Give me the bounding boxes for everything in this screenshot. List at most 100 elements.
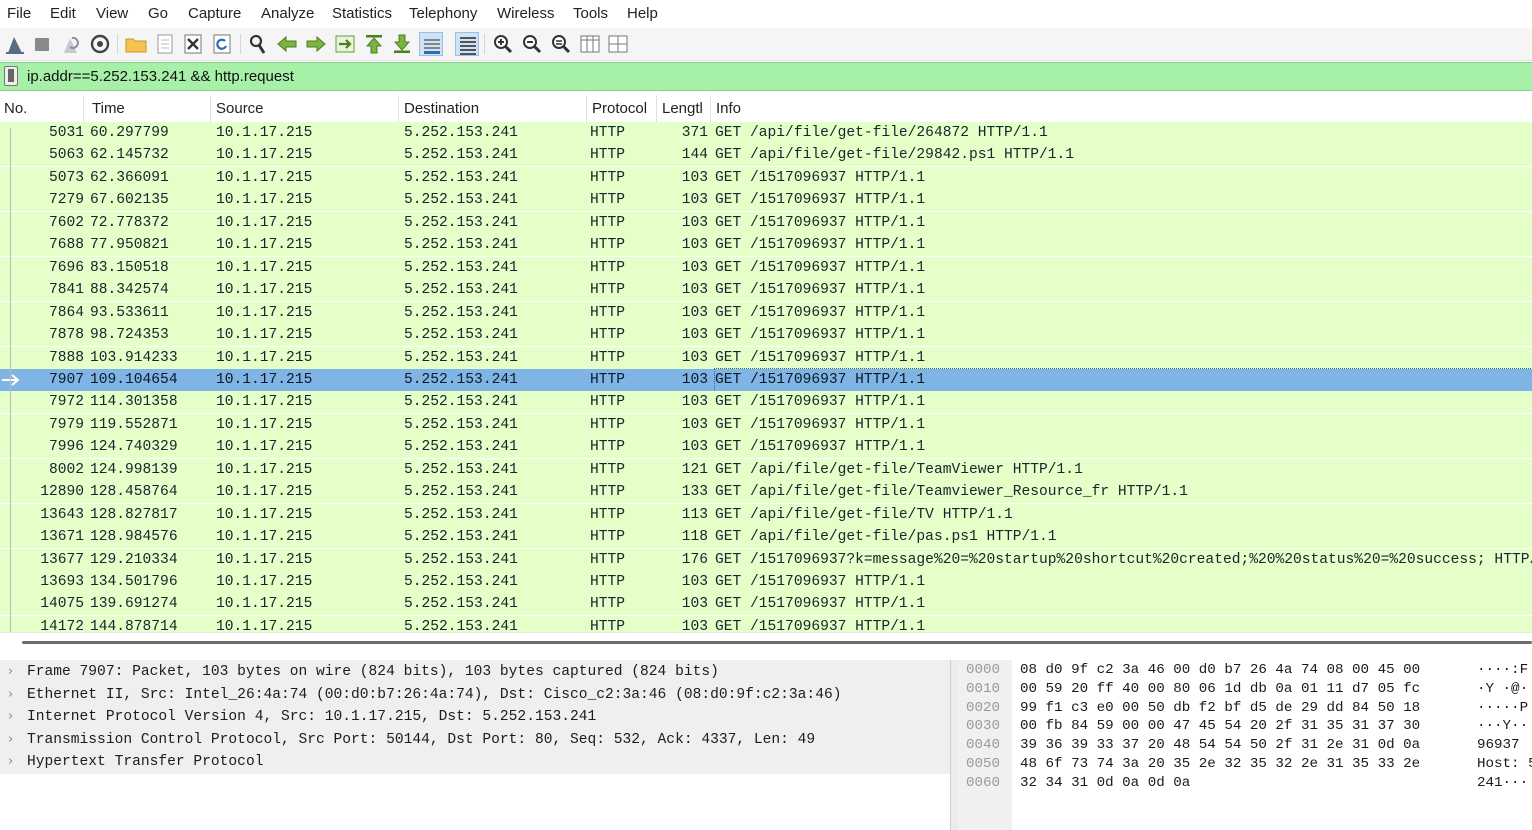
packet-list-horizontal-scrollbar[interactable] bbox=[0, 632, 1532, 659]
packet-row[interactable]: 14075 139.691274 10.1.17.215 5.252.153.241 H… bbox=[0, 593, 1532, 616]
column-header-source[interactable]: Source bbox=[211, 95, 399, 122]
packet-row[interactable]: 13671 128.984576 10.1.17.215 5.252.153.241 H… bbox=[0, 526, 1532, 549]
menu-help[interactable]: Help bbox=[627, 5, 658, 22]
details-tree-item[interactable]: › Transmission Control Protocol, Src Port… bbox=[0, 729, 950, 751]
menu-capture[interactable]: Capture bbox=[188, 5, 241, 22]
bytes-row: 0000 08 d0 9f c2 3a 46 00 d0 b7 26 4a 74 … bbox=[958, 661, 1532, 680]
packet-info: GET /1517096937 HTTP/1.1 bbox=[715, 214, 926, 231]
packet-destination: 5.252.153.241 bbox=[404, 349, 518, 366]
packet-destination: 5.252.153.241 bbox=[404, 259, 518, 276]
column-header-time[interactable]: Time bbox=[84, 95, 211, 122]
packet-no: 7979 bbox=[48, 416, 84, 433]
autoscroll-icon[interactable] bbox=[419, 32, 443, 56]
normal-size-icon[interactable] bbox=[549, 32, 573, 56]
expand-chevron-icon[interactable]: › bbox=[8, 684, 13, 706]
capture-options-icon[interactable] bbox=[88, 32, 112, 56]
go-first-icon[interactable] bbox=[362, 32, 386, 56]
details-tree-item[interactable]: › Internet Protocol Version 4, Src: 10.1.… bbox=[0, 706, 950, 728]
restart-capture-icon[interactable] bbox=[59, 32, 83, 56]
go-back-icon[interactable] bbox=[275, 32, 299, 56]
bytes-ascii: 96937 bbox=[1477, 737, 1520, 754]
packet-source: 10.1.17.215 bbox=[216, 484, 313, 501]
packet-protocol: HTTP bbox=[590, 484, 626, 501]
packet-info: GET /1517096937 HTTP/1.1 bbox=[715, 349, 926, 366]
menu-wireless[interactable]: Wireless bbox=[497, 5, 555, 22]
packet-row[interactable]: 13643 128.827817 10.1.17.215 5.252.153.241 H… bbox=[0, 503, 1532, 526]
packet-row[interactable]: 5063 62.145732 10.1.17.215 5.252.153.241 HTT… bbox=[0, 144, 1532, 167]
packet-row-selected[interactable]: 7907 109.104654 10.1.17.215 5.252.153.241 HT… bbox=[0, 367, 1532, 392]
packet-row[interactable]: 7602 72.778372 10.1.17.215 5.252.153.241 HTT… bbox=[0, 211, 1532, 234]
expand-chevron-icon[interactable]: › bbox=[8, 729, 13, 751]
go-last-icon[interactable] bbox=[390, 32, 414, 56]
zoom-out-icon[interactable] bbox=[520, 32, 544, 56]
open-file-icon[interactable] bbox=[124, 32, 148, 56]
details-tree-item[interactable]: › Ethernet II, Src: Intel_26:4a:74 (00:d0… bbox=[0, 684, 950, 706]
find-packet-icon[interactable] bbox=[246, 32, 270, 56]
expand-chevron-icon[interactable]: › bbox=[8, 751, 13, 773]
bytes-offset: 0050 bbox=[966, 756, 1001, 772]
packet-row[interactable]: 7696 83.150518 10.1.17.215 5.252.153.241 HTT… bbox=[0, 256, 1532, 279]
colorize-icon[interactable] bbox=[455, 32, 479, 56]
menu-edit[interactable]: Edit bbox=[50, 5, 76, 22]
display-filter-bar bbox=[0, 62, 1532, 91]
bytes-offset: 0060 bbox=[966, 774, 1001, 791]
expand-chevron-icon[interactable]: › bbox=[8, 661, 13, 683]
menu-view[interactable]: View bbox=[96, 5, 128, 22]
packet-row[interactable]: 7888 103.914233 10.1.17.215 5.252.153.241 HT… bbox=[0, 346, 1532, 369]
packet-row[interactable]: 13677 129.210334 10.1.17.215 5.252.153.241 H… bbox=[0, 548, 1532, 571]
packet-no: 7279 bbox=[48, 192, 84, 209]
go-to-packet-icon[interactable] bbox=[333, 32, 357, 56]
packet-row[interactable]: 7688 77.950821 10.1.17.215 5.252.153.241 HTT… bbox=[0, 234, 1532, 257]
column-header-protocol[interactable]: Protocol bbox=[587, 95, 657, 122]
column-header-length[interactable]: Lengtl bbox=[657, 95, 711, 122]
packet-row[interactable]: 7841 88.342574 10.1.17.215 5.252.153.241 HTT… bbox=[0, 279, 1532, 302]
resize-columns-icon[interactable] bbox=[578, 32, 602, 56]
bytes-offset: 0000 bbox=[966, 662, 1001, 678]
save-file-icon[interactable] bbox=[153, 32, 177, 56]
packet-row[interactable]: 7864 93.533611 10.1.17.215 5.252.153.241 HTT… bbox=[0, 301, 1532, 324]
packet-info: GET /1517096937 HTTP/1.1 bbox=[715, 574, 926, 590]
packet-row[interactable]: 7996 124.740329 10.1.17.215 5.252.153.241 HT… bbox=[0, 436, 1532, 459]
menu-go[interactable]: Go bbox=[148, 5, 168, 22]
menu-analyze[interactable]: Analyze bbox=[261, 5, 314, 22]
packet-row[interactable]: 13693 134.501796 10.1.17.215 5.252.153.241 H… bbox=[0, 571, 1532, 593]
layout-icon[interactable] bbox=[606, 32, 630, 56]
start-capture-icon[interactable] bbox=[3, 32, 27, 56]
zoom-in-icon[interactable] bbox=[491, 32, 515, 56]
scrollbar-thumb[interactable] bbox=[22, 641, 1532, 644]
packet-row[interactable]: 5031 60.297799 10.1.17.215 5.252.153.241 HTT… bbox=[0, 122, 1532, 144]
packet-row[interactable]: 14172 144.878714 10.1.17.215 5.252.153.241 H… bbox=[0, 615, 1532, 632]
packet-bytes-pane[interactable]: 0000 08 d0 9f c2 3a 46 00 d0 b7 26 4a 74 … bbox=[958, 660, 1532, 830]
stop-capture-icon[interactable] bbox=[30, 32, 54, 56]
pane-splitter[interactable] bbox=[950, 660, 958, 830]
close-file-icon[interactable] bbox=[181, 32, 205, 56]
column-header-no[interactable]: No. bbox=[0, 95, 84, 122]
menu-statistics[interactable]: Statistics bbox=[332, 5, 392, 22]
display-filter-input[interactable] bbox=[24, 63, 1524, 90]
reload-file-icon[interactable] bbox=[210, 32, 234, 56]
packet-row[interactable]: 7878 98.724353 10.1.17.215 5.252.153.241 HTT… bbox=[0, 324, 1532, 347]
packet-row[interactable]: 7979 119.552871 10.1.17.215 5.252.153.241 HT… bbox=[0, 413, 1532, 436]
packet-destination: 5.252.153.241 bbox=[404, 416, 518, 433]
menu-file[interactable]: File bbox=[7, 5, 31, 22]
go-forward-icon[interactable] bbox=[304, 32, 328, 56]
packet-list[interactable]: 5031 60.297799 10.1.17.215 5.252.153.241 HTT… bbox=[0, 122, 1532, 632]
packet-no: 13677 bbox=[40, 551, 84, 568]
packet-length: 103 bbox=[681, 237, 708, 254]
menu-telephony[interactable]: Telephony bbox=[409, 5, 477, 22]
column-header-info[interactable]: Info bbox=[711, 95, 1532, 122]
details-tree-item[interactable]: › Hypertext Transfer Protocol bbox=[0, 751, 950, 773]
column-header-destination[interactable]: Destination bbox=[399, 95, 587, 122]
packet-row[interactable]: 5073 62.366091 10.1.17.215 5.252.153.241 HTT… bbox=[0, 166, 1532, 189]
bytes-row: 0060 32 34 31 0d 0a 0d 0a 241··· bbox=[958, 774, 1532, 793]
packet-row[interactable]: 8002 124.998139 10.1.17.215 5.252.153.241 HT… bbox=[0, 458, 1532, 481]
expand-chevron-icon[interactable]: › bbox=[8, 706, 13, 728]
packet-details-pane[interactable]: › Frame 7907: Packet, 103 bytes on wire (… bbox=[0, 660, 950, 830]
packet-info: GET /1517096937 HTTP/1.1 bbox=[715, 259, 926, 276]
packet-row[interactable]: 7279 67.602135 10.1.17.215 5.252.153.241 HTT… bbox=[0, 189, 1532, 212]
packet-row[interactable]: 7972 114.301358 10.1.17.215 5.252.153.241 HT… bbox=[0, 391, 1532, 414]
details-tree-item[interactable]: › Frame 7907: Packet, 103 bytes on wire (… bbox=[0, 661, 950, 683]
filter-bookmark-icon[interactable] bbox=[4, 66, 18, 86]
menu-tools[interactable]: Tools bbox=[573, 5, 608, 22]
packet-row[interactable]: 12890 128.458764 10.1.17.215 5.252.153.241 H… bbox=[0, 481, 1532, 504]
